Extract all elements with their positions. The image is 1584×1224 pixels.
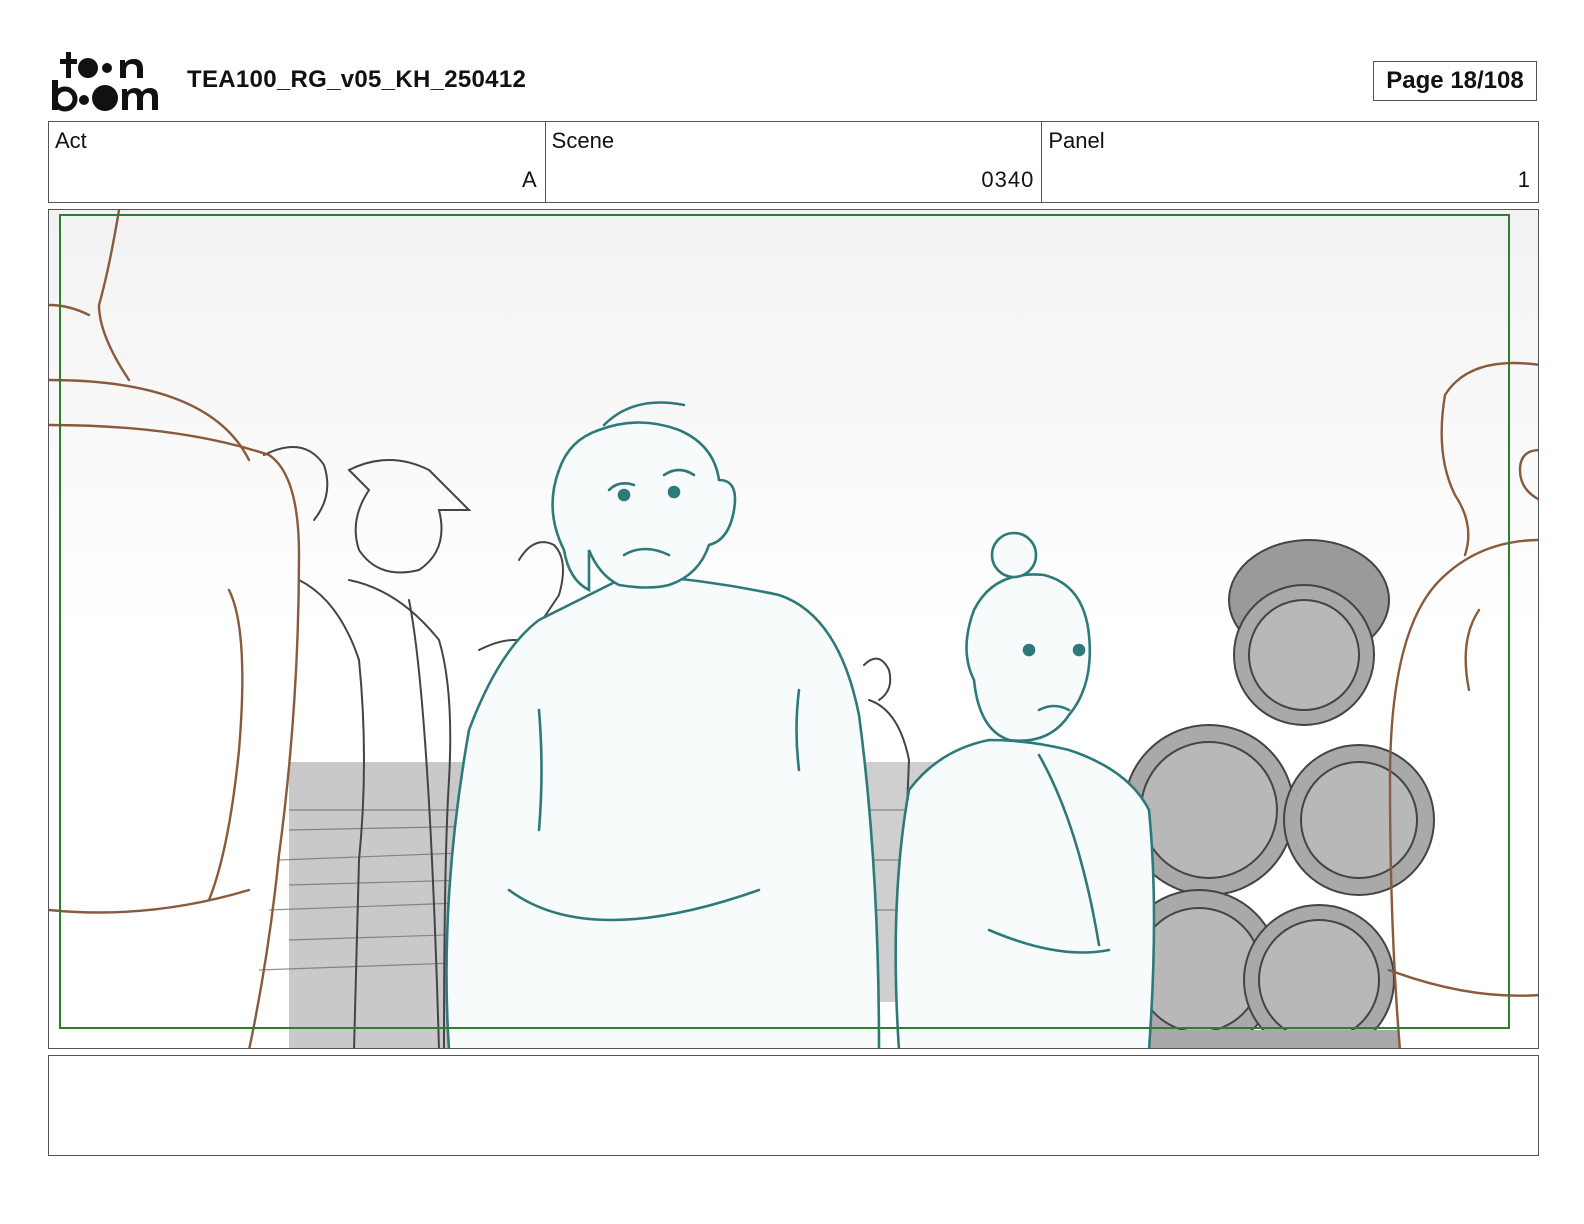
page-indicator: Page 18/108	[1373, 61, 1537, 101]
act-cell: Act A	[49, 122, 546, 202]
act-label: Act	[55, 128, 87, 153]
page-label: Page	[1386, 67, 1444, 94]
page-number: 18/108	[1450, 67, 1524, 94]
panel-label: Panel	[1048, 128, 1105, 153]
toonboom-logo-icon	[50, 50, 165, 112]
scene-cell: Scene 0340	[546, 122, 1043, 202]
document-title: TEA100_RG_v05_KH_250412	[187, 66, 527, 93]
storyboard-sketch	[49, 210, 1538, 1048]
panel-value: 1	[1517, 167, 1532, 192]
scene-label: Scene	[551, 128, 615, 153]
scene-value: 0340	[981, 167, 1035, 192]
panel-cell: Panel 1	[1042, 122, 1538, 202]
panel-notes-box[interactable]	[48, 1055, 1539, 1156]
panel-image-frame	[48, 209, 1539, 1049]
info-row: Act A Scene 0340 Panel 1	[48, 121, 1539, 203]
act-value: A	[521, 167, 538, 192]
